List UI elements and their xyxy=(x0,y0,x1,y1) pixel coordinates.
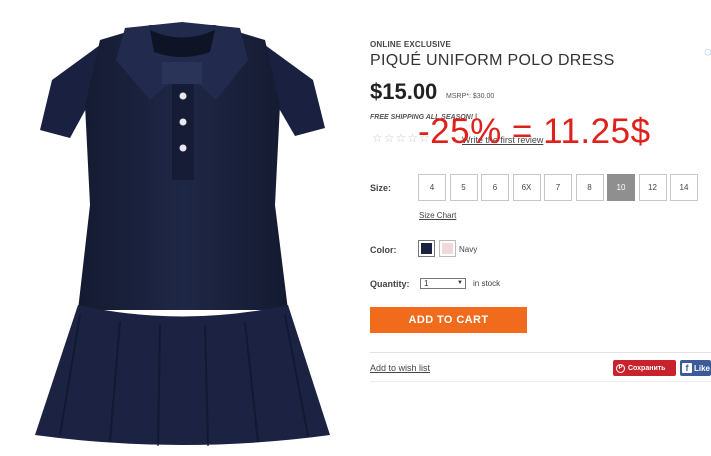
size-label: Size: xyxy=(370,183,392,193)
product-info: ONLINE EXCLUSIVE PIQUÉ UNIFORM POLO DRES… xyxy=(370,0,711,456)
pinterest-save-button[interactable]: P Сохранить xyxy=(613,360,676,376)
size-option[interactable]: 6 xyxy=(481,174,509,201)
chevron-down-icon: ▼ xyxy=(457,280,463,286)
add-to-wishlist-link[interactable]: Add to wish list xyxy=(370,363,430,373)
pinterest-label: Сохранить xyxy=(628,364,666,372)
dress-skirt xyxy=(35,305,330,445)
size-option[interactable]: 5 xyxy=(449,174,478,201)
facebook-label: Like xyxy=(694,363,711,373)
facebook-icon: f xyxy=(682,363,692,373)
stock-status: in stock xyxy=(473,279,501,288)
divider xyxy=(370,352,711,353)
size-option-selected[interactable]: 10 xyxy=(607,174,635,201)
product-title: PIQUÉ UNIFORM POLO DRESS xyxy=(370,52,615,69)
share-icon[interactable]: ◌ xyxy=(704,44,711,59)
size-option[interactable]: 6X xyxy=(512,174,541,201)
add-to-cart-button[interactable]: ADD TO CART xyxy=(370,307,527,333)
button-3 xyxy=(179,144,187,152)
size-option[interactable]: 8 xyxy=(575,174,604,201)
color-swatch-pink[interactable] xyxy=(439,240,456,257)
button-1 xyxy=(179,92,187,100)
pinterest-icon: P xyxy=(616,363,625,373)
brand-tag xyxy=(162,62,202,84)
size-chart-link[interactable]: Size Chart xyxy=(419,211,456,220)
dress-illustration xyxy=(35,22,330,447)
size-selector: 4 5 6 6X 7 8 10 12 14 xyxy=(418,174,702,201)
button-2 xyxy=(179,118,187,126)
color-swatch-navy[interactable] xyxy=(418,240,435,257)
size-option[interactable]: 12 xyxy=(638,174,667,201)
discount-annotation: -25% = 11.25$ xyxy=(418,112,651,151)
quantity-value: 1 xyxy=(424,279,429,288)
msrp-price: MSRP*: $30.00 xyxy=(446,93,495,100)
quantity-select[interactable]: 1 ▼ xyxy=(420,278,466,289)
product-price: $15.00 xyxy=(370,79,438,104)
facebook-like-button[interactable]: f Like xyxy=(680,360,711,376)
divider xyxy=(370,381,711,382)
color-label: Color: xyxy=(370,245,397,255)
dress-placket xyxy=(172,72,194,180)
color-name: Navy xyxy=(459,245,478,254)
online-exclusive-badge: ONLINE EXCLUSIVE xyxy=(370,40,451,49)
size-option[interactable]: 14 xyxy=(670,174,698,201)
quantity-label: Quantity: xyxy=(370,279,410,289)
size-option[interactable]: 7 xyxy=(544,174,572,201)
size-option[interactable]: 4 xyxy=(418,174,446,201)
product-image xyxy=(30,10,335,450)
